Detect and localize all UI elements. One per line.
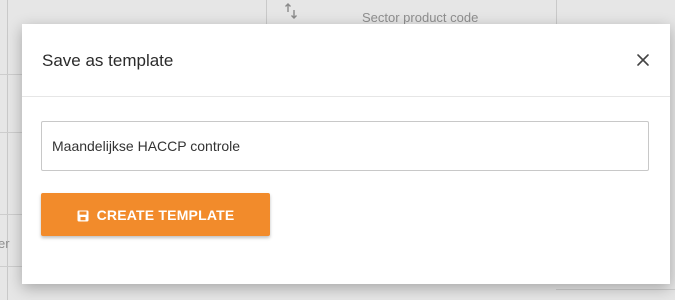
background-text-fragment: er [0,236,10,251]
column-header-sector-product-code: Sector product code [362,10,479,25]
dialog-title: Save as template [42,51,174,70]
save-template-dialog: Save as template CREATE TEMPLATE [22,24,670,284]
table-row-divider [0,266,22,267]
create-template-button[interactable]: CREATE TEMPLATE [41,193,270,236]
close-icon[interactable] [634,51,652,69]
table-row-divider [0,74,22,75]
table-row-divider [0,214,22,215]
table-row-divider [0,132,22,133]
sort-icon [284,2,298,22]
table-column-divider [7,0,8,300]
create-template-label: CREATE TEMPLATE [96,206,235,223]
save-icon [77,209,89,221]
table-row-divider [556,289,675,290]
template-name-input[interactable] [41,121,649,171]
dialog-header: Save as template [22,24,670,97]
